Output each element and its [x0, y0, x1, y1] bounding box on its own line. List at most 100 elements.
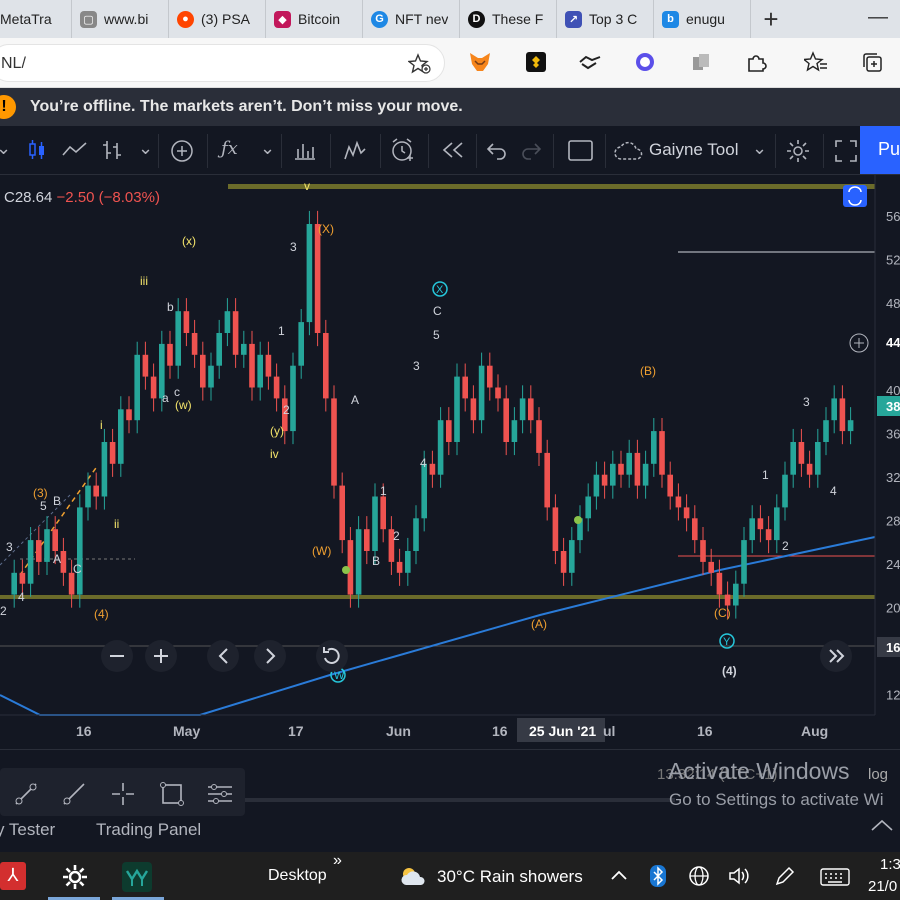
candle	[528, 398, 534, 421]
chevron-down-icon[interactable]: ⌄	[138, 138, 153, 159]
replay-icon[interactable]	[441, 140, 465, 160]
candle	[618, 463, 624, 475]
time-axis-label: 17	[288, 723, 304, 739]
volume-icon[interactable]	[728, 866, 752, 886]
browser-tab[interactable]: b enugu	[654, 0, 751, 38]
wave-label: C	[73, 562, 82, 576]
add-indicator-icon[interactable]	[170, 139, 194, 163]
browser-tab[interactable]: ● (3) PSA	[169, 0, 266, 38]
time-axis-label: ul	[603, 723, 615, 739]
candle	[823, 420, 829, 442]
candle	[364, 529, 370, 551]
fullscreen-layout-icon[interactable]	[568, 140, 594, 162]
binance-wallet-icon[interactable]	[524, 50, 548, 74]
wave-label: 1	[278, 324, 285, 338]
candle	[298, 322, 304, 366]
candle	[437, 420, 444, 475]
weather-cloud-icon[interactable]	[398, 865, 428, 887]
browser-tab[interactable]: G NFT nev	[363, 0, 460, 38]
extensions-puzzle-icon[interactable]	[744, 50, 768, 74]
address-bar[interactable]: NL/	[0, 44, 445, 82]
collections-icon[interactable]	[860, 50, 884, 74]
crosshair-tool-icon[interactable]	[109, 780, 137, 808]
add-favorite-icon[interactable]	[408, 53, 432, 75]
pen-icon[interactable]	[774, 865, 796, 887]
wave-label: (x)	[182, 234, 196, 248]
rectangle-tool-icon[interactable]	[158, 780, 186, 808]
ray-tool-icon[interactable]	[60, 780, 88, 808]
chevron-right-double-icon[interactable]: »	[333, 852, 342, 870]
chevron-up-icon[interactable]	[610, 869, 628, 881]
candle	[232, 311, 239, 355]
extension-gray-icon[interactable]	[689, 50, 713, 74]
layout-name[interactable]: Gaiyne Tool	[649, 140, 738, 160]
browser-tab[interactable]: ↗ Top 3 C	[557, 0, 654, 38]
extension-circle-icon[interactable]	[633, 50, 657, 74]
line-chart-icon[interactable]	[62, 141, 88, 157]
acrobat-icon[interactable]: ⅄	[0, 862, 26, 890]
new-tab-button[interactable]: +	[751, 0, 791, 38]
tab-title: (3) PSA	[201, 11, 251, 27]
trendline-tool-icon[interactable]	[12, 780, 40, 808]
settings-sliders-icon[interactable]	[206, 780, 234, 808]
chevron-down-icon[interactable]: ⌄	[752, 138, 767, 159]
tab-trading-panel[interactable]: Trading Panel	[96, 820, 201, 840]
chevron-up-icon[interactable]	[870, 818, 894, 832]
minimize-icon[interactable]: —	[868, 6, 888, 29]
desktop-toolbar-label[interactable]: Desktop	[268, 867, 327, 885]
wave-label: (X)	[318, 222, 334, 236]
bar-chart-type-icon[interactable]	[102, 139, 124, 161]
candlestick-type-icon[interactable]	[27, 139, 47, 161]
candle	[446, 420, 452, 442]
candle	[798, 442, 805, 464]
alert-clock-icon[interactable]	[390, 137, 416, 163]
crosshair-plus-icon	[854, 338, 864, 348]
chart-canvas[interactable]: (x)iiiba c(w)iii(3)5 BAC324(4)v(X)312(y)iv…	[0, 175, 900, 749]
browser-tab[interactable]: MetaTra	[0, 0, 72, 38]
price-axis-label: 28	[886, 514, 900, 529]
keyboard-icon[interactable]	[820, 868, 850, 886]
candle	[749, 518, 755, 541]
tab-strategy-tester[interactable]: y Tester	[0, 820, 55, 840]
candle	[454, 376, 460, 442]
settings-gear-icon[interactable]	[785, 138, 811, 164]
candle	[503, 398, 509, 442]
price-axis-label: 48	[886, 296, 900, 311]
scrollbar[interactable]	[245, 798, 675, 802]
browser-tab[interactable]: D These F	[460, 0, 557, 38]
publish-button[interactable]: Pu	[860, 126, 900, 174]
network-globe-icon[interactable]	[688, 865, 710, 887]
chevron-down-icon[interactable]: ⌄	[260, 138, 275, 159]
weather-text[interactable]: 30°C Rain showers	[437, 867, 583, 887]
bluetooth-icon[interactable]	[650, 865, 666, 887]
clock-time[interactable]: 1:3	[880, 856, 900, 873]
handshake-icon[interactable]	[578, 50, 602, 74]
candle	[216, 333, 222, 366]
log-scale-toggle[interactable]: log	[868, 766, 888, 783]
settings-gear-icon[interactable]	[62, 864, 88, 890]
function-icon[interactable]: ƒx	[221, 138, 238, 159]
browser-tab[interactable]: ◆ Bitcoin	[266, 0, 363, 38]
cloud-icon[interactable]	[613, 141, 645, 161]
candle	[716, 572, 723, 595]
candle	[634, 452, 641, 486]
tab-title: Bitcoin	[298, 11, 341, 27]
browser-tab[interactable]: ▢ www.bi	[72, 0, 169, 38]
redo-icon[interactable]	[520, 140, 542, 160]
price-axis-label: 24	[886, 557, 900, 572]
candle	[372, 496, 378, 551]
price-chart[interactable]: (x) iii b a c (w) i ii (3) 5 B A C 3 2 4 (4) v (X) 3 1 2 (y) iv…	[0, 175, 900, 749]
wave-label: (4)	[94, 607, 109, 621]
tradingview-app-icon[interactable]	[122, 862, 152, 892]
bottom-panel: y Tester Trading Panel 13:32:14 (UTC+1) …	[0, 749, 900, 852]
favorites-icon[interactable]	[804, 50, 828, 74]
metamask-icon[interactable]	[468, 50, 492, 74]
undo-icon[interactable]	[486, 140, 508, 160]
tab-title: NFT nev	[395, 11, 449, 27]
chevron-down-icon[interactable]: ⌄	[0, 138, 11, 159]
templates-icon[interactable]	[343, 139, 367, 161]
clock-date[interactable]: 21/0	[868, 878, 897, 895]
indicators-bars-icon[interactable]	[293, 140, 317, 160]
fullscreen-icon[interactable]	[834, 139, 858, 163]
wave-label: i	[100, 418, 103, 432]
